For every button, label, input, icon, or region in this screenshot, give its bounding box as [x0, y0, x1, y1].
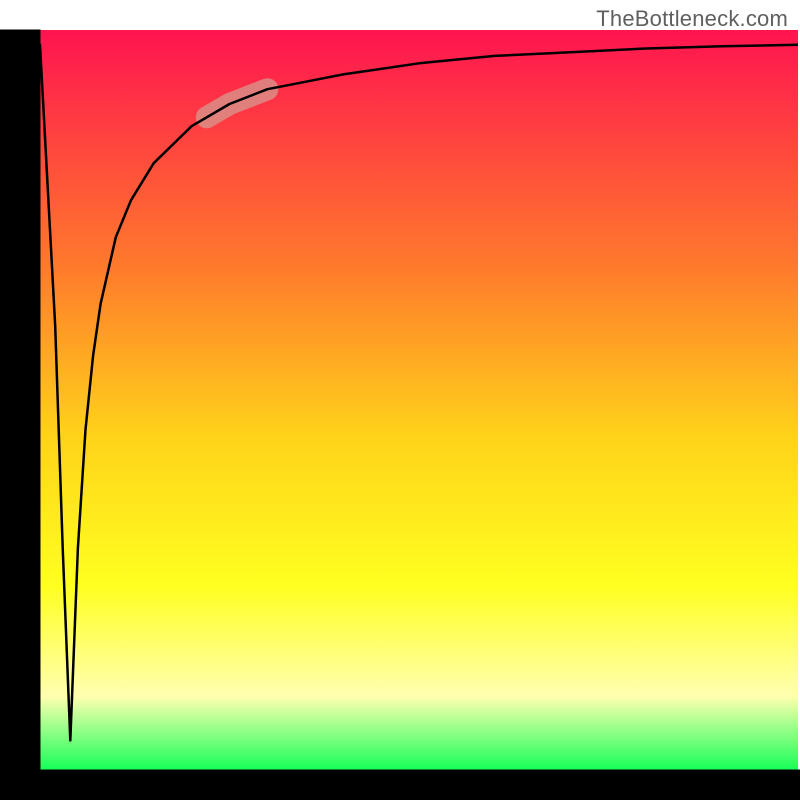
attribution-watermark: TheBottleneck.com	[596, 6, 788, 32]
chart-stage: TheBottleneck.com	[0, 0, 800, 800]
bottleneck-chart	[0, 0, 800, 800]
plot-background	[40, 30, 798, 770]
